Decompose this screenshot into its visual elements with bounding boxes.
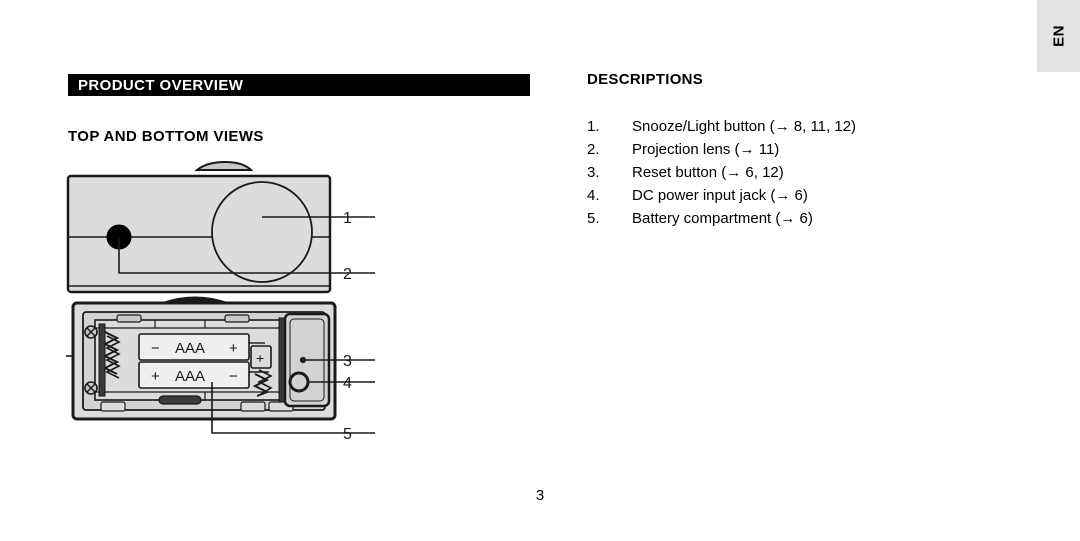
list-item: 5. Battery compartment (→ 6) bbox=[587, 210, 1017, 233]
list-item: 4. DC power input jack (→ 6) bbox=[587, 187, 1017, 210]
callout-label-4: 4 bbox=[343, 375, 352, 392]
rail-notch-right bbox=[240, 401, 266, 412]
rail-notch-left bbox=[100, 401, 126, 412]
list-item-label: DC power input jack (→ 6) bbox=[632, 187, 808, 204]
list-item-number: 4. bbox=[587, 187, 600, 204]
list-item-label: Battery compartment (→ 6) bbox=[632, 210, 813, 227]
list-item-number: 5. bbox=[587, 210, 600, 227]
callout-label-5: 5 bbox=[343, 426, 352, 443]
section-title-bar: PRODUCT OVERVIEW bbox=[68, 74, 530, 96]
latch-notch-right bbox=[224, 314, 250, 323]
snooze-light-button-shape bbox=[211, 181, 313, 283]
list-item: 2. Projection lens (→ 11) bbox=[587, 141, 1017, 164]
screw-bottom-left bbox=[84, 381, 98, 395]
list-item-number: 3. bbox=[587, 164, 600, 181]
callout-label-3: 3 bbox=[343, 353, 352, 370]
top-view-nub bbox=[194, 160, 254, 171]
section-subtitle: TOP AND BOTTOM VIEWS bbox=[68, 128, 264, 145]
contact-block-plus: + bbox=[256, 350, 264, 366]
list-item: 1. Snooze/Light button (→ 8, 11, 12) bbox=[587, 118, 1017, 141]
battery-bottom-minus: − bbox=[229, 368, 238, 385]
language-tab-label: EN bbox=[1050, 25, 1067, 47]
latch-notch-left bbox=[116, 314, 142, 323]
list-item-number: 2. bbox=[587, 141, 600, 158]
battery-top-minus: − bbox=[151, 340, 160, 357]
callout-label-1: 1 bbox=[343, 210, 352, 227]
descriptions-heading: DESCRIPTIONS bbox=[587, 71, 704, 88]
battery-bottom-plus: + bbox=[151, 368, 160, 385]
list-item-number: 1. bbox=[587, 118, 600, 135]
grip-bar bbox=[158, 395, 202, 405]
callout-label-2: 2 bbox=[343, 266, 352, 283]
battery-top-plus: + bbox=[229, 340, 238, 357]
list-item: 3. Reset button (→ 6, 12) bbox=[587, 164, 1017, 187]
list-item-label: Reset button (→ 6, 12) bbox=[632, 164, 784, 181]
contact-rail-left bbox=[98, 323, 106, 397]
battery-bottom-name: AAA bbox=[175, 368, 205, 385]
screw-top-left bbox=[84, 325, 98, 339]
page-number: 3 bbox=[535, 487, 545, 504]
product-diagram: − AAA + + AAA − + 1 2 3 4 5 bbox=[55, 160, 388, 465]
dc-power-jack-shape bbox=[288, 371, 310, 393]
section-title: PRODUCT OVERVIEW bbox=[78, 77, 244, 94]
descriptions-list: 1. Snooze/Light button (→ 8, 11, 12) 2. … bbox=[587, 118, 1017, 233]
language-tab: EN bbox=[1037, 0, 1080, 72]
list-item-label: Projection lens (→ 11) bbox=[632, 141, 780, 158]
list-item-label: Snooze/Light button (→ 8, 11, 12) bbox=[632, 118, 857, 135]
battery-top-name: AAA bbox=[175, 340, 205, 357]
